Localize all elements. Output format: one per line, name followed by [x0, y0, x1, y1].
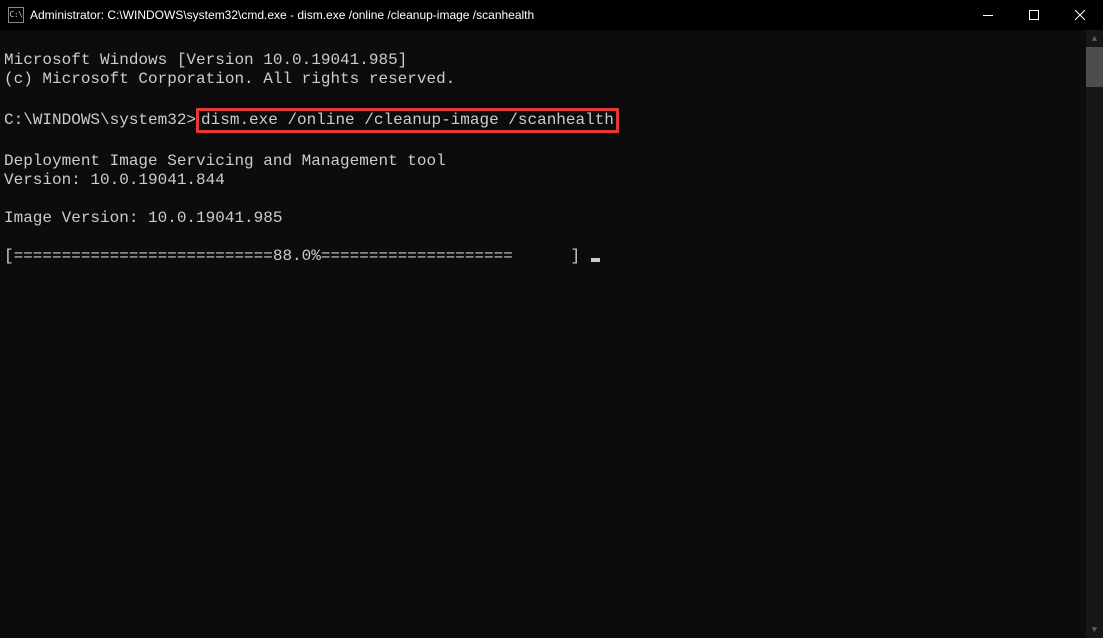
- output-line: Microsoft Windows [Version 10.0.19041.98…: [4, 51, 407, 69]
- minimize-button[interactable]: [965, 0, 1011, 30]
- progress-line: [===========================88.0%=======…: [4, 247, 600, 265]
- window-title: Administrator: C:\WINDOWS\system32\cmd.e…: [30, 8, 965, 22]
- progress-bar-text: [===========================88.0%=======…: [4, 247, 590, 265]
- output-line: (c) Microsoft Corporation. All rights re…: [4, 70, 455, 88]
- command-highlight: dism.exe /online /cleanup-image /scanhea…: [196, 108, 619, 133]
- scroll-track[interactable]: [1086, 47, 1103, 621]
- close-icon: [1075, 10, 1085, 20]
- prompt-prefix: C:\WINDOWS\system32>: [4, 111, 196, 129]
- close-button[interactable]: [1057, 0, 1103, 30]
- vertical-scrollbar[interactable]: ▲ ▼: [1086, 30, 1103, 638]
- cmd-window: C:\ Administrator: C:\WINDOWS\system32\c…: [0, 0, 1103, 638]
- scroll-down-arrow-icon[interactable]: ▼: [1086, 621, 1103, 638]
- cmd-icon: C:\: [8, 7, 24, 23]
- maximize-icon: [1029, 10, 1039, 20]
- maximize-button[interactable]: [1011, 0, 1057, 30]
- cursor: [591, 258, 600, 262]
- prompt-line: C:\WINDOWS\system32>dism.exe /online /cl…: [4, 111, 619, 129]
- titlebar[interactable]: C:\ Administrator: C:\WINDOWS\system32\c…: [0, 0, 1103, 30]
- window-controls: [965, 0, 1103, 30]
- minimize-icon: [983, 10, 993, 20]
- output-line: Deployment Image Servicing and Managemen…: [4, 152, 446, 170]
- output-line: Version: 10.0.19041.844: [4, 171, 225, 189]
- scroll-up-arrow-icon[interactable]: ▲: [1086, 30, 1103, 47]
- terminal-output[interactable]: Microsoft Windows [Version 10.0.19041.98…: [0, 30, 1103, 638]
- output-line: Image Version: 10.0.19041.985: [4, 209, 282, 227]
- scroll-thumb[interactable]: [1086, 47, 1103, 87]
